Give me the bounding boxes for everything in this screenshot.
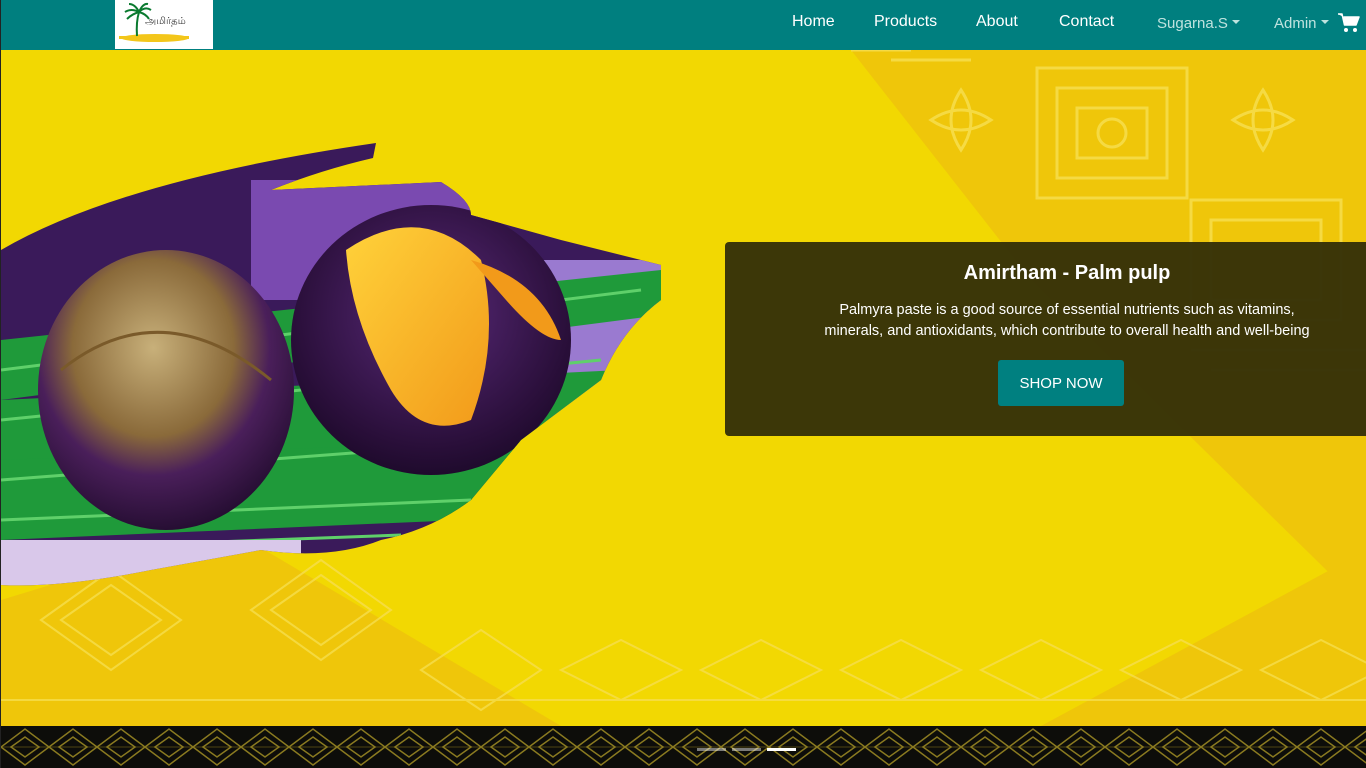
shopping-cart-icon[interactable] [1338, 13, 1360, 33]
carousel-indicator-2[interactable] [732, 748, 761, 751]
carousel-caption: Amirtham - Palm pulp Palmyra paste is a … [725, 242, 1366, 436]
nav-contact[interactable]: Contact [1059, 13, 1114, 31]
brand-logo[interactable]: அமிர்தம் [115, 0, 213, 49]
pattern-border-decoration [1, 728, 1366, 766]
carousel-indicator-1[interactable] [697, 748, 726, 751]
caret-down-icon [1231, 20, 1240, 25]
hero-carousel: Amirtham - Palm pulp Palmyra paste is a … [1, 50, 1366, 726]
nav-home[interactable]: Home [792, 13, 835, 31]
page: அமிர்தம் Home Products About Contact Sug… [0, 0, 1366, 768]
carousel-indicators [697, 748, 796, 752]
user-dropdown-label: Sugarna.S [1157, 15, 1228, 32]
caption-description: Palmyra paste is a good source of essent… [824, 302, 1310, 339]
caret-down-icon [1320, 20, 1329, 25]
palm-fruit-image [1, 143, 661, 586]
nav-products[interactable]: Products [874, 13, 937, 31]
carousel-indicator-3[interactable] [767, 748, 796, 751]
user-dropdown[interactable]: Sugarna.S [1157, 15, 1240, 32]
caption-title: Amirtham - Palm pulp [963, 262, 1171, 284]
shop-now-button[interactable]: SHOP NOW [998, 360, 1124, 406]
admin-dropdown[interactable]: Admin [1274, 15, 1329, 32]
logo-text: அமிர்தம் [145, 16, 186, 27]
nav-about[interactable]: About [976, 13, 1018, 31]
admin-dropdown-label: Admin [1274, 15, 1317, 32]
carousel-footer-strip [1, 726, 1366, 768]
top-navbar: அமிர்தம் Home Products About Contact Sug… [1, 0, 1366, 50]
